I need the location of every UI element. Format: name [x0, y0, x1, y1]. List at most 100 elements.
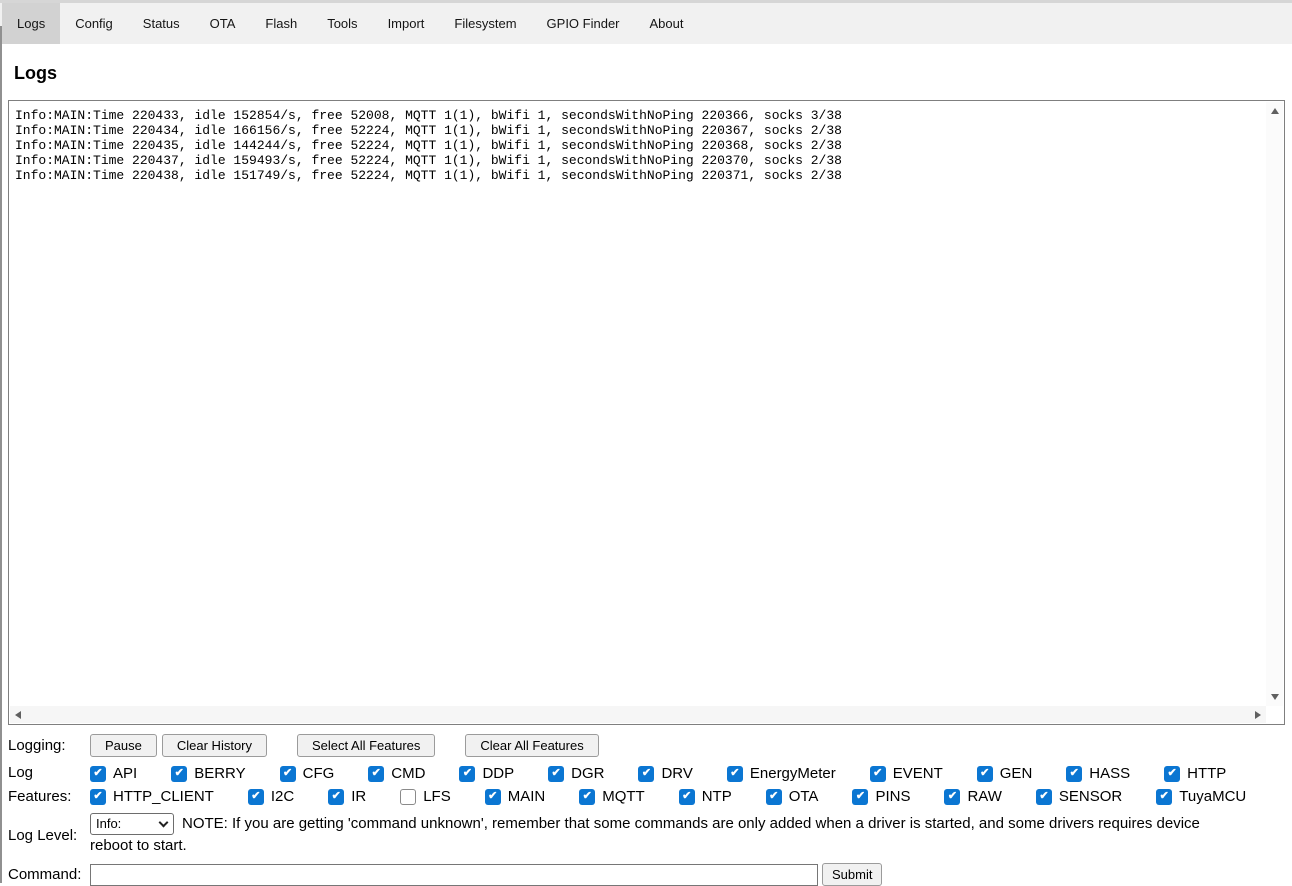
checkbox-checked-icon[interactable]: ✔: [1035, 788, 1052, 805]
feature-label: TuyaMCU: [1179, 788, 1247, 805]
tab-import[interactable]: Import: [373, 3, 440, 44]
checkbox-checked-icon[interactable]: ✔: [976, 765, 993, 782]
feature-tuyamcu[interactable]: ✔ TuyaMCU: [1156, 788, 1246, 805]
checkbox-checked-icon[interactable]: ✔: [726, 765, 743, 782]
feature-pins[interactable]: ✔ PINS: [852, 788, 910, 805]
select-all-features-button[interactable]: Select All Features: [297, 734, 436, 757]
feature-energymeter[interactable]: ✔ EnergyMeter: [726, 765, 836, 782]
feature-label: HTTP_CLIENT: [113, 788, 214, 805]
log-line: Info:MAIN:Time 220434, idle 166156/s, fr…: [15, 123, 842, 138]
page-title: Logs: [14, 63, 57, 83]
feature-cmd[interactable]: ✔ CMD: [368, 765, 425, 782]
feature-label: GEN: [999, 765, 1033, 782]
feature-ntp[interactable]: ✔ NTP: [678, 788, 732, 805]
log-level-note: NOTE: If you are getting 'command unknow…: [90, 815, 1200, 855]
log-line: Info:MAIN:Time 220433, idle 152854/s, fr…: [15, 108, 842, 123]
feature-label: SENSOR: [1058, 788, 1123, 805]
tab-status[interactable]: Status: [128, 3, 195, 44]
tab-ota[interactable]: OTA: [195, 3, 251, 44]
checkbox-checked-icon[interactable]: ✔: [247, 788, 264, 805]
feature-label: CFG: [302, 765, 335, 782]
log-level-content: Info: NOTE: If you are getting 'command …: [90, 813, 1238, 857]
checkbox-unchecked-icon[interactable]: [400, 788, 417, 805]
log-line: Info:MAIN:Time 220435, idle 144244/s, fr…: [15, 138, 842, 153]
checkbox-checked-icon[interactable]: ✔: [1164, 765, 1181, 782]
feature-http[interactable]: ✔ HTTP: [1164, 765, 1226, 782]
feature-api[interactable]: ✔ API: [90, 765, 137, 782]
feature-row-1: ✔ API ✔ BERRY ✔ CFG ✔ CMD ✔ DDP ✔ DGR ✔ DRV ✔ EnergyMet…: [90, 763, 1246, 784]
checkbox-checked-icon[interactable]: ✔: [459, 765, 476, 782]
feature-hass[interactable]: ✔ HASS: [1066, 765, 1130, 782]
tab-gpio-finder[interactable]: GPIO Finder: [532, 3, 635, 44]
scroll-right-icon[interactable]: [1255, 710, 1261, 719]
checkbox-checked-icon[interactable]: ✔: [579, 788, 596, 805]
log-controls: Logging: Pause Clear History Select All Fe…: [8, 734, 1292, 886]
checkbox-checked-icon[interactable]: ✔: [1156, 788, 1173, 805]
log-line: Info:MAIN:Time 220437, idle 159493/s, fr…: [15, 153, 842, 168]
tab-filesystem[interactable]: Filesystem: [439, 3, 531, 44]
horizontal-scrollbar[interactable]: [10, 706, 1266, 723]
log-level-selected-value: Info:: [96, 816, 122, 832]
feature-raw[interactable]: ✔ RAW: [944, 788, 1002, 805]
checkbox-checked-icon[interactable]: ✔: [869, 765, 886, 782]
feature-ddp[interactable]: ✔ DDP: [459, 765, 514, 782]
log-lines: Info:MAIN:Time 220433, idle 152854/s, fr…: [10, 102, 1266, 706]
feature-row-2: ✔ HTTP_CLIENT ✔ I2C ✔ IR LFS ✔ MAIN ✔ MQTT ✔ NTP ✔ OTA…: [90, 786, 1246, 807]
checkbox-checked-icon[interactable]: ✔: [328, 788, 345, 805]
feature-label: OTA: [788, 788, 819, 805]
tab-config[interactable]: Config: [60, 3, 128, 44]
feature-http-client[interactable]: ✔ HTTP_CLIENT: [90, 788, 214, 805]
feature-main[interactable]: ✔ MAIN: [484, 788, 545, 805]
tab-flash[interactable]: Flash: [250, 3, 312, 44]
checkbox-checked-icon[interactable]: ✔: [548, 765, 565, 782]
feature-drv[interactable]: ✔ DRV: [638, 765, 693, 782]
checkbox-checked-icon[interactable]: ✔: [678, 788, 695, 805]
feature-ota[interactable]: ✔ OTA: [765, 788, 819, 805]
feature-sensor[interactable]: ✔ SENSOR: [1035, 788, 1123, 805]
feature-label: DGR: [571, 765, 605, 782]
scroll-down-icon[interactable]: [1270, 694, 1279, 700]
log-level-select[interactable]: Info:: [90, 813, 174, 836]
feature-cfg[interactable]: ✔ CFG: [279, 765, 335, 782]
logging-row: Logging: Pause Clear History Select All Fe…: [8, 734, 1292, 757]
vertical-scrollbar[interactable]: [1266, 102, 1283, 706]
feature-ir[interactable]: ✔ IR: [328, 788, 366, 805]
checkbox-checked-icon[interactable]: ✔: [90, 788, 106, 805]
log-output[interactable]: Info:MAIN:Time 220433, idle 152854/s, fr…: [8, 100, 1285, 725]
feature-label: I2C: [270, 788, 295, 805]
checkbox-checked-icon[interactable]: ✔: [944, 788, 961, 805]
clear-history-button[interactable]: Clear History: [161, 734, 267, 757]
feature-label: RAW: [967, 788, 1002, 805]
feature-label: API: [113, 765, 138, 782]
tab-about[interactable]: About: [635, 3, 699, 44]
checkbox-checked-icon[interactable]: ✔: [171, 765, 188, 782]
checkbox-checked-icon[interactable]: ✔: [638, 765, 655, 782]
tab-tools[interactable]: Tools: [312, 3, 372, 44]
checkbox-checked-icon[interactable]: ✔: [279, 765, 296, 782]
window-left-edge: [0, 26, 2, 883]
command-input[interactable]: [90, 863, 818, 886]
feature-event[interactable]: ✔ EVENT: [869, 765, 943, 782]
pause-button[interactable]: Pause: [90, 734, 157, 757]
checkbox-checked-icon[interactable]: ✔: [1066, 765, 1083, 782]
feature-gen[interactable]: ✔ GEN: [976, 765, 1033, 782]
feature-label: HTTP: [1187, 765, 1227, 782]
feature-lfs[interactable]: LFS: [400, 788, 451, 805]
feature-label: NTP: [701, 788, 732, 805]
feature-label: EVENT: [892, 765, 943, 782]
feature-mqtt[interactable]: ✔ MQTT: [579, 788, 645, 805]
log-line: Info:MAIN:Time 220438, idle 151749/s, fr…: [15, 168, 842, 183]
clear-all-features-button[interactable]: Clear All Features: [465, 734, 599, 757]
scroll-left-icon[interactable]: [15, 710, 21, 719]
feature-label: HASS: [1089, 765, 1131, 782]
checkbox-checked-icon[interactable]: ✔: [852, 788, 869, 805]
feature-i2c[interactable]: ✔ I2C: [247, 788, 295, 805]
feature-dgr[interactable]: ✔ DGR: [548, 765, 604, 782]
checkbox-checked-icon[interactable]: ✔: [368, 765, 385, 782]
scroll-up-icon[interactable]: [1270, 108, 1279, 114]
feature-berry[interactable]: ✔ BERRY: [171, 765, 246, 782]
checkbox-checked-icon[interactable]: ✔: [765, 788, 782, 805]
checkbox-checked-icon[interactable]: ✔: [90, 765, 106, 782]
checkbox-checked-icon[interactable]: ✔: [484, 788, 501, 805]
tab-logs[interactable]: Logs: [2, 3, 61, 44]
